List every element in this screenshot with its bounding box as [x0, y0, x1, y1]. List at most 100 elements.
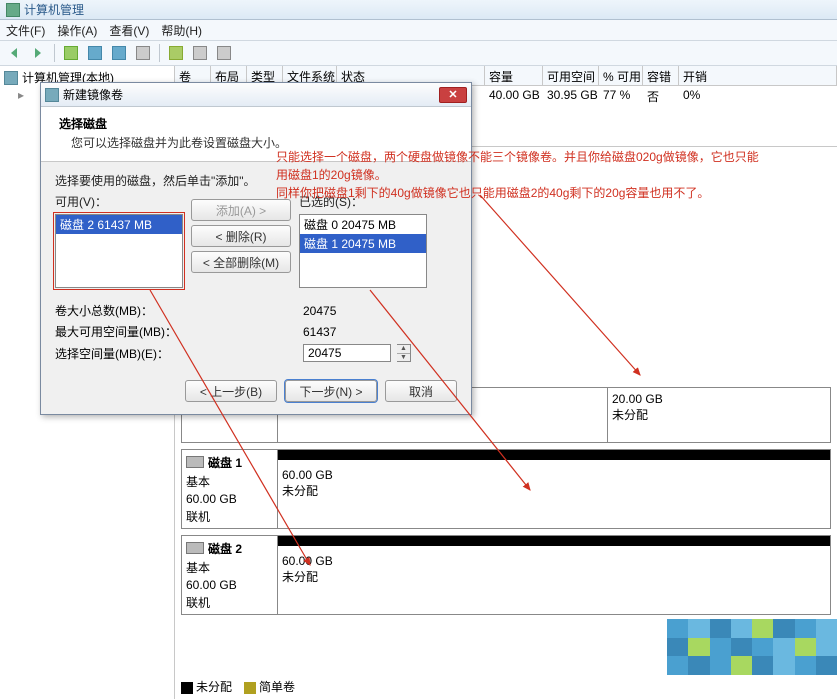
arrow-left-icon	[11, 48, 17, 58]
menubar: 文件(F) 操作(A) 查看(V) 帮助(H)	[0, 20, 837, 40]
select-size-row: 选择空间量(MB)(E)： 20475 ▲▼	[55, 344, 457, 362]
menu-help[interactable]: 帮助(H)	[161, 22, 202, 38]
disk1-label: 磁盘 1 基本 60.00 GB 联机	[182, 450, 278, 528]
add-button[interactable]: 添加(A) >	[191, 199, 291, 221]
separator	[159, 44, 160, 62]
disk1-vol-state: 未分配	[282, 482, 826, 499]
menu-view[interactable]: 查看(V)	[109, 22, 149, 38]
available-label: 可用(V)：	[55, 193, 183, 210]
tool-btn-2[interactable]	[85, 43, 105, 63]
col-free[interactable]: 可用空间	[543, 66, 599, 85]
cell-free: 30.95 GB	[543, 87, 599, 106]
selected-item-disk0[interactable]: 磁盘 0 20475 MB	[300, 215, 426, 234]
tool-btn-3[interactable]	[109, 43, 129, 63]
cell-over: 0%	[679, 87, 704, 106]
expand-icon: ▸	[16, 88, 26, 102]
close-button[interactable]: ✕	[439, 87, 467, 103]
disk2-status: 联机	[186, 594, 273, 611]
transfer-buttons: 添加(A) > < 删除(R) < 全部删除(M)	[191, 199, 291, 273]
more-icon	[217, 46, 231, 60]
remove-button[interactable]: < 删除(R)	[191, 225, 291, 247]
disk1-vol-size: 60.00 GB	[282, 468, 826, 482]
disk2-name: 磁盘 2	[208, 540, 242, 557]
disk1-status: 联机	[186, 508, 273, 525]
tool-btn-1[interactable]	[61, 43, 81, 63]
disk0-vol2-size: 20.00 GB	[612, 392, 826, 406]
remove-all-button[interactable]: < 全部删除(M)	[191, 251, 291, 273]
col-pct[interactable]: % 可用	[599, 66, 643, 85]
spin-down-icon[interactable]: ▼	[397, 354, 410, 362]
tool-btn-5[interactable]	[166, 43, 186, 63]
disk1-name: 磁盘 1	[208, 454, 242, 471]
spin-control[interactable]: ▲▼	[397, 344, 411, 362]
annotation-text: 只能选择一个磁盘，两个硬盘做镜像不能三个镜像卷。并且你给磁盘020g做镜像，它也…	[276, 148, 833, 202]
disk2-type: 基本	[186, 559, 273, 576]
annotation-line2: 用磁盘1的20g镜像。	[276, 166, 833, 184]
window-titlebar: 计算机管理	[0, 0, 837, 20]
disk-icon	[186, 456, 204, 468]
disk2-size: 60.00 GB	[186, 578, 273, 592]
window-title: 计算机管理	[24, 1, 84, 18]
tool-btn-7[interactable]	[214, 43, 234, 63]
available-listbox[interactable]: 磁盘 2 61437 MB	[55, 214, 183, 288]
disk1-type: 基本	[186, 473, 273, 490]
disk1-size: 60.00 GB	[186, 492, 273, 506]
legend: 未分配 简单卷	[181, 678, 295, 695]
disk0-vol2-state: 未分配	[612, 406, 826, 423]
stripe-black	[278, 450, 830, 460]
max-row: 最大可用空间量(MB)： 61437	[55, 323, 457, 340]
disk2-label: 磁盘 2 基本 60.00 GB 联机	[182, 536, 278, 614]
forward-button[interactable]	[28, 43, 48, 63]
select-size-input[interactable]: 20475	[303, 344, 391, 362]
disk1-row[interactable]: 磁盘 1 基本 60.00 GB 联机 60.00 GB 未分配	[181, 449, 831, 529]
cell-cap: 40.00 GB	[485, 87, 543, 106]
disk2-volume[interactable]: 60.00 GB 未分配	[278, 536, 830, 614]
size-fields: 卷大小总数(MB)： 20475 最大可用空间量(MB)： 61437 选择空间…	[55, 302, 457, 362]
toolbar	[0, 40, 837, 66]
cancel-button[interactable]: 取消	[385, 380, 457, 402]
help-icon	[112, 46, 126, 60]
selected-item-disk1[interactable]: 磁盘 1 20475 MB	[300, 234, 426, 253]
legend-unalloc: 未分配	[196, 680, 232, 694]
cell-pct: 77 %	[599, 87, 643, 106]
annotation-line1: 只能选择一个磁盘，两个硬盘做镜像不能三个镜像卷。并且你给磁盘020g做镜像，它也…	[276, 148, 833, 166]
stripe-black	[278, 536, 830, 546]
spin-up-icon[interactable]: ▲	[397, 345, 410, 354]
separator	[54, 44, 55, 62]
menu-file[interactable]: 文件(F)	[6, 22, 45, 38]
legend-swatch-simple	[244, 682, 256, 694]
cell-fault: 否	[643, 87, 679, 106]
menu-action[interactable]: 操作(A)	[57, 22, 97, 38]
disk2-row[interactable]: 磁盘 2 基本 60.00 GB 联机 60.00 GB 未分配	[181, 535, 831, 615]
dialog-icon	[45, 88, 59, 102]
available-item-disk2[interactable]: 磁盘 2 61437 MB	[56, 215, 182, 234]
refresh-icon	[169, 46, 183, 60]
available-group: 可用(V)： 磁盘 2 61437 MB	[55, 193, 183, 288]
back-button[interactable]	[4, 43, 24, 63]
props-icon	[136, 46, 150, 60]
dialog-heading: 选择磁盘	[59, 117, 107, 131]
selected-listbox[interactable]: 磁盘 0 20475 MB 磁盘 1 20475 MB	[299, 214, 427, 288]
dialog-buttons: < 上一步(B) 下一步(N) > 取消	[55, 380, 457, 402]
col-fault[interactable]: 容错	[643, 66, 679, 85]
disk2-vol-size: 60.00 GB	[282, 554, 826, 568]
settings-icon	[193, 46, 207, 60]
legend-simple: 简单卷	[259, 680, 295, 694]
selected-group: 已选的(S)： 磁盘 0 20475 MB 磁盘 1 20475 MB	[299, 193, 427, 288]
tool-btn-6[interactable]	[190, 43, 210, 63]
annotation-line3: 同样你把磁盘1剩下的40g做镜像它也只能用磁盘2的40g剩下的20g容量也用不了…	[276, 184, 833, 202]
total-row: 卷大小总数(MB)： 20475	[55, 302, 457, 319]
col-over[interactable]: 开销	[679, 66, 837, 85]
disk-icon	[186, 542, 204, 554]
back-button[interactable]: < 上一步(B)	[185, 380, 277, 402]
disk0-vol2[interactable]: 20.00 GB 未分配	[608, 388, 830, 442]
disk1-volume[interactable]: 60.00 GB 未分配	[278, 450, 830, 528]
tool-btn-4[interactable]	[133, 43, 153, 63]
app-icon	[6, 3, 20, 17]
dialog-title: 新建镜像卷	[63, 86, 123, 103]
pixelated-region	[667, 619, 837, 675]
legend-swatch-unalloc	[181, 682, 193, 694]
next-button[interactable]: 下一步(N) >	[285, 380, 377, 402]
col-cap[interactable]: 容量	[485, 66, 543, 85]
dialog-titlebar[interactable]: 新建镜像卷 ✕	[41, 83, 471, 107]
